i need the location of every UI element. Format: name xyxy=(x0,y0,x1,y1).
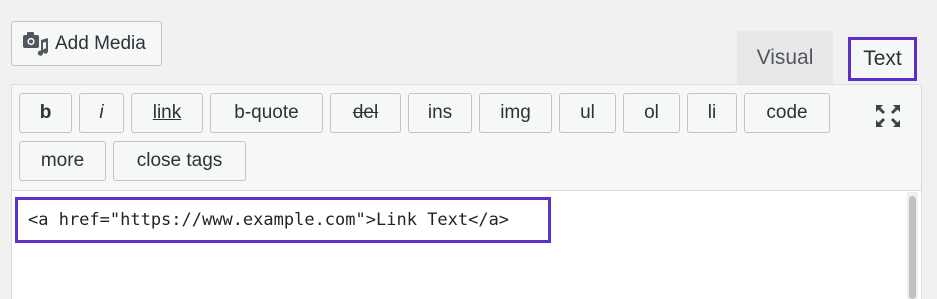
quicktag-ol-button[interactable]: ol xyxy=(623,93,680,133)
quicktag-close-tags-button[interactable]: close tags xyxy=(113,141,246,181)
quicktag-bold-button[interactable]: b xyxy=(19,93,72,133)
quicktag-ins-button[interactable]: ins xyxy=(408,93,472,133)
tab-visual[interactable]: Visual xyxy=(737,31,833,85)
add-media-label: Add Media xyxy=(55,32,146,54)
quicktag-code-button[interactable]: code xyxy=(744,93,830,133)
editor-content-line[interactable]: <a href="https://www.example.com">Link T… xyxy=(15,197,551,243)
quicktag-img-button[interactable]: img xyxy=(479,93,552,133)
media-icon xyxy=(21,30,51,58)
add-media-button[interactable]: Add Media xyxy=(11,21,162,66)
quicktag-del-button[interactable]: del xyxy=(330,93,401,133)
fullscreen-icon[interactable] xyxy=(872,102,904,130)
quicktag-ul-button[interactable]: ul xyxy=(559,93,616,133)
quicktag-more-button[interactable]: more xyxy=(19,141,106,181)
tab-text[interactable]: Text xyxy=(848,37,917,81)
quicktag-italic-button[interactable]: i xyxy=(79,93,124,133)
quicktag-link-button[interactable]: link xyxy=(131,93,203,133)
editor-scrollbar-thumb[interactable] xyxy=(909,196,916,299)
quicktag-bquote-button[interactable]: b-quote xyxy=(210,93,323,133)
quicktag-li-button[interactable]: li xyxy=(687,93,737,133)
